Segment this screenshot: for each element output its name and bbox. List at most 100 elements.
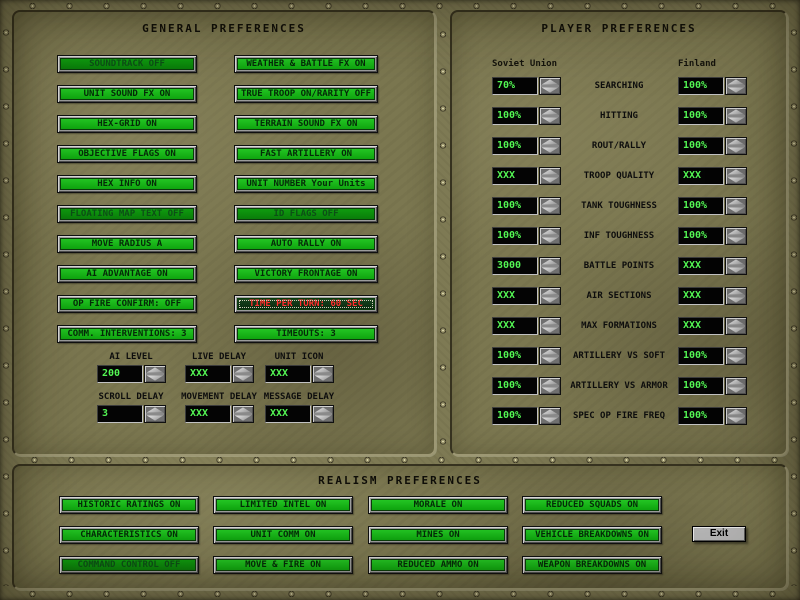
spin-down-arrow[interactable] — [727, 297, 745, 303]
spin-down-arrow[interactable] — [727, 417, 745, 423]
spin-down-arrow[interactable] — [727, 147, 745, 153]
spin-down-arrow[interactable] — [727, 267, 745, 273]
spin-up-arrow[interactable] — [727, 289, 745, 295]
spin-down-arrow[interactable] — [727, 357, 745, 363]
spin-down-arrow[interactable] — [727, 177, 745, 183]
spin-up-arrow[interactable] — [727, 259, 745, 265]
toggle-vehicle-breakdowns[interactable]: VEHICLE BREAKDOWNS ON — [522, 526, 662, 544]
spin-up-arrow[interactable] — [541, 199, 559, 205]
spin-down-arrow[interactable] — [541, 237, 559, 243]
spin-up-arrow[interactable] — [146, 367, 164, 373]
spin-up-arrow[interactable] — [727, 379, 745, 385]
spin-up-arrow[interactable] — [541, 259, 559, 265]
spin-up-arrow[interactable] — [727, 199, 745, 205]
toggle-reduced-squads[interactable]: REDUCED SQUADS ON — [522, 496, 662, 514]
spin-down-arrow[interactable] — [541, 207, 559, 213]
toggle-characteristics[interactable]: CHARACTERISTICS ON — [59, 526, 199, 544]
toggle-limited-intel[interactable]: LIMITED INTEL ON — [213, 496, 353, 514]
toggle-hex-grid[interactable]: HEX-GRID ON — [57, 115, 197, 133]
spin-down-arrow[interactable] — [146, 415, 164, 421]
toggle-id-flags[interactable]: ID FLAGS OFF — [234, 205, 378, 223]
spin-up-arrow[interactable] — [727, 169, 745, 175]
toggle-weapon-breakdowns[interactable]: WEAPON BREAKDOWNS ON — [522, 556, 662, 574]
toggle-unit-comm[interactable]: UNIT COMM ON — [213, 526, 353, 544]
toggle-move-radius[interactable]: MOVE RADIUS A — [57, 235, 197, 253]
spin-down-arrow[interactable] — [146, 375, 164, 381]
spin-up-arrow[interactable] — [541, 289, 559, 295]
spinner-arrows — [539, 347, 561, 365]
spin-up-arrow[interactable] — [727, 79, 745, 85]
toggle-time-per-turn[interactable]: TIME PER TURN: 60 SEC — [234, 295, 378, 313]
spin-up-arrow[interactable] — [541, 379, 559, 385]
spin-down-arrow[interactable] — [541, 117, 559, 123]
spin-up-arrow[interactable] — [727, 349, 745, 355]
toggle-op-fire-confirm[interactable]: OP FIRE CONFIRM: OFF — [57, 295, 197, 313]
spin-up-arrow[interactable] — [314, 407, 332, 413]
spin-down-arrow[interactable] — [541, 297, 559, 303]
spin-down-arrow[interactable] — [727, 87, 745, 93]
toggle-soundtrack[interactable]: SOUNDTRACK OFF — [57, 55, 197, 73]
toggle-reduced-ammo[interactable]: REDUCED AMMO ON — [368, 556, 508, 574]
toggle-victory-frontage[interactable]: VICTORY FRONTAGE ON — [234, 265, 378, 283]
spin-down-arrow[interactable] — [727, 387, 745, 393]
spin-down-arrow[interactable] — [727, 327, 745, 333]
spin-up-arrow[interactable] — [727, 409, 745, 415]
spin-down-arrow[interactable] — [727, 237, 745, 243]
spin-up-arrow[interactable] — [541, 139, 559, 145]
spin-down-arrow[interactable] — [541, 177, 559, 183]
spin-down-arrow[interactable] — [541, 327, 559, 333]
spin-up-arrow[interactable] — [727, 319, 745, 325]
toggle-ai-advantage[interactable]: AI ADVANTAGE ON — [57, 265, 197, 283]
spin-up-arrow[interactable] — [541, 229, 559, 235]
spin-up-arrow[interactable] — [541, 79, 559, 85]
toggle-terrain-sound-fx[interactable]: TERRAIN SOUND FX ON — [234, 115, 378, 133]
spin-down-arrow[interactable] — [727, 207, 745, 213]
toggle-unit-number[interactable]: UNIT NUMBER Your Units — [234, 175, 378, 193]
spin-up-arrow[interactable] — [727, 139, 745, 145]
spin-up-arrow[interactable] — [314, 367, 332, 373]
spin-up-arrow[interactable] — [541, 169, 559, 175]
spin-down-arrow[interactable] — [541, 147, 559, 153]
spin-down-arrow[interactable] — [541, 267, 559, 273]
toggle-historic-ratings[interactable]: HISTORIC RATINGS ON — [59, 496, 199, 514]
toggle-hex-info[interactable]: HEX INFO ON — [57, 175, 197, 193]
toggle-comm-interventions[interactable]: COMM. INTERVENTIONS: 3 — [57, 325, 197, 343]
spin-up-arrow[interactable] — [541, 319, 559, 325]
toggle-objective-flags[interactable]: OBJECTIVE FLAGS ON — [57, 145, 197, 163]
spin-down-arrow[interactable] — [314, 415, 332, 421]
spinner-arrows — [539, 377, 561, 395]
toggle-command-control[interactable]: COMMAND CONTROL OFF — [59, 556, 199, 574]
spin-down-arrow[interactable] — [541, 417, 559, 423]
up-triangle-icon — [727, 409, 745, 415]
spin-up-arrow[interactable] — [541, 409, 559, 415]
toggle-morale[interactable]: MORALE ON — [368, 496, 508, 514]
spin-up-arrow[interactable] — [541, 109, 559, 115]
spin-down-arrow[interactable] — [234, 375, 252, 381]
spin-down-arrow[interactable] — [727, 117, 745, 123]
toggle-move-and-fire[interactable]: MOVE & FIRE ON — [213, 556, 353, 574]
toggle-unit-sound-fx[interactable]: UNIT SOUND FX ON — [57, 85, 197, 103]
toggle-fast-artillery[interactable]: FAST ARTILLERY ON — [234, 145, 378, 163]
toggle-weather-battle-fx[interactable]: WEATHER & BATTLE FX ON — [234, 55, 378, 73]
toggle-true-troop-rarity[interactable]: TRUE TROOP ON/RARITY OFF — [234, 85, 378, 103]
spin-up-arrow[interactable] — [234, 407, 252, 413]
spin-down-arrow[interactable] — [541, 357, 559, 363]
exit-button[interactable]: Exit — [692, 526, 746, 542]
toggle-floating-map-text[interactable]: FLOATING MAP TEXT OFF — [57, 205, 197, 223]
spin-down-arrow[interactable] — [541, 387, 559, 393]
spin-up-arrow[interactable] — [727, 229, 745, 235]
toggle-auto-rally[interactable]: AUTO RALLY ON — [234, 235, 378, 253]
down-triangle-icon — [727, 117, 745, 123]
value-field: XXX — [492, 317, 538, 335]
spin-down-arrow[interactable] — [234, 415, 252, 421]
spin-up-arrow[interactable] — [727, 109, 745, 115]
toggle-mines[interactable]: MINES ON — [368, 526, 508, 544]
spin-up-arrow[interactable] — [146, 407, 164, 413]
toggle-timeouts[interactable]: TIMEOUTS: 3 — [234, 325, 378, 343]
rivets-middle-horizontal — [16, 456, 784, 464]
spin-up-arrow[interactable] — [234, 367, 252, 373]
spin-up-arrow[interactable] — [541, 349, 559, 355]
spin-down-arrow[interactable] — [314, 375, 332, 381]
value-field: 100% — [678, 227, 724, 245]
spin-down-arrow[interactable] — [541, 87, 559, 93]
